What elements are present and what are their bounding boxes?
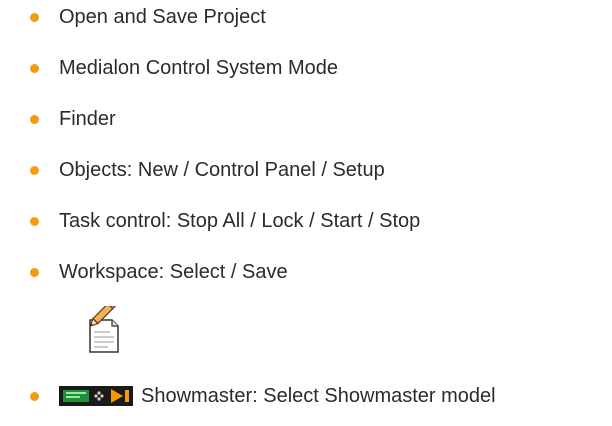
document-pencil-icon[interactable] bbox=[84, 306, 122, 354]
list-item-objects: Objects: New / Control Panel / Setup bbox=[30, 155, 385, 185]
bullet-icon bbox=[30, 216, 39, 226]
bullet-icon bbox=[30, 391, 39, 401]
showmaster-device-icon[interactable] bbox=[59, 386, 133, 406]
bullet-icon bbox=[30, 267, 39, 277]
list-item-showmaster: Showmaster: Select Showmaster model bbox=[30, 381, 496, 411]
list-item-label: Finder bbox=[59, 107, 116, 130]
list-item-label: Medialon Control System Mode bbox=[59, 56, 339, 79]
list-item-label: Workspace: Select / Save bbox=[59, 260, 288, 283]
list-item-task-control: Task control: Stop All / Lock / Start / … bbox=[30, 206, 420, 236]
list-item-label: Open and Save Project bbox=[59, 5, 266, 28]
list-item-label: Task control: Stop All / Lock / Start / … bbox=[59, 209, 421, 232]
bullet-icon bbox=[30, 63, 39, 73]
list-item-workspace: Workspace: Select / Save bbox=[30, 257, 288, 287]
list-item-control-system-mode: Medialon Control System Mode bbox=[30, 53, 338, 83]
bullet-icon bbox=[30, 114, 39, 124]
list-item-label: Showmaster: Select Showmaster model bbox=[141, 384, 496, 407]
bullet-icon bbox=[30, 12, 39, 22]
list-item-label: Objects: New / Control Panel / Setup bbox=[59, 158, 385, 181]
list-item-finder: Finder bbox=[30, 104, 116, 134]
list-item-open-save-project: Open and Save Project bbox=[30, 2, 266, 32]
feature-list: Open and Save Project Medialon Control S… bbox=[0, 0, 612, 426]
bullet-icon bbox=[30, 165, 39, 175]
